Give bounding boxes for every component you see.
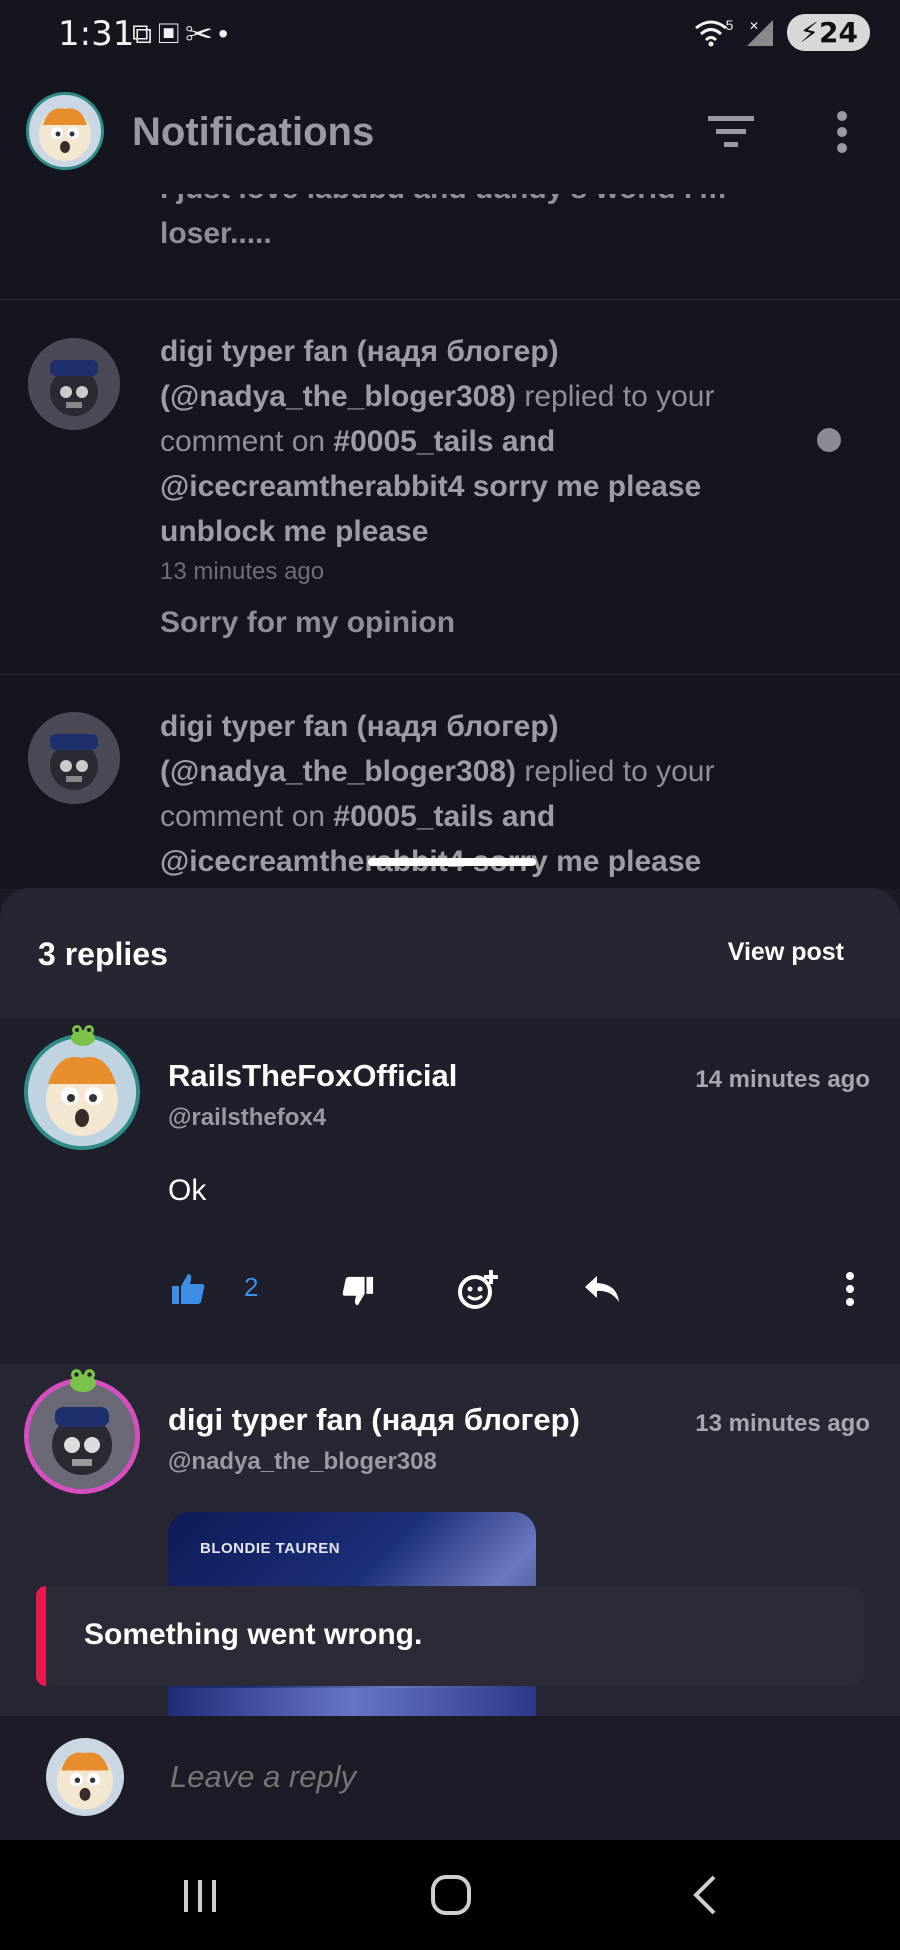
add-emoji-icon [458, 1270, 498, 1309]
comment-media-image-bottom[interactable] [168, 1688, 536, 1716]
divider [0, 674, 900, 675]
notification-avatar[interactable] [28, 338, 120, 430]
screenshot-icon: ⧉ [132, 18, 158, 49]
dot-icon: • [218, 18, 235, 49]
robot-avatar-icon [28, 712, 120, 804]
fox-avatar-icon [28, 1038, 136, 1146]
status-time: 1:31 [58, 14, 135, 54]
comment-author-handle[interactable]: @railsthefox4 [168, 1104, 326, 1132]
comment-avatar[interactable] [24, 1378, 140, 1494]
robot-avatar-icon [28, 338, 120, 430]
sheet-drag-handle[interactable] [368, 858, 536, 866]
fox-avatar-icon [56, 1752, 114, 1810]
comment-more-icon[interactable] [843, 1272, 857, 1306]
like-count: 2 [244, 1272, 259, 1302]
reply-arrow-icon [585, 1276, 619, 1302]
comment-author-name[interactable]: digi typer fan (надя блогер) [168, 1402, 580, 1438]
notification-item[interactable]: digi typer fan (надя блогер) (@nadya_the… [160, 329, 800, 645]
nfc-icon: ▣ [158, 18, 186, 49]
status-notification-icons: ⧉▣✂• [132, 18, 234, 51]
notification-action: comment on [160, 800, 334, 833]
frog-hat-icon [71, 1025, 95, 1046]
cell-signal-icon: ✕ [747, 19, 774, 46]
notification-text-line: loser..... [160, 217, 272, 250]
like-button[interactable] [168, 1268, 208, 1310]
comment-time: 13 minutes ago [695, 1410, 870, 1437]
reply-input[interactable] [168, 1758, 852, 1796]
notification-preview: Sorry for my opinion [160, 606, 456, 639]
add-reaction-button[interactable] [456, 1266, 500, 1312]
notification-action: replied to your [516, 380, 715, 413]
comment-time: 14 minutes ago [695, 1066, 870, 1093]
notification-handle: (@nadya_the_bloger308) [160, 380, 517, 413]
comment-avatar[interactable] [24, 1034, 140, 1150]
toast-accent-bar [36, 1586, 46, 1686]
wifi-label: 5 [725, 16, 734, 33]
comment-body: Ok [168, 1174, 207, 1207]
comment-author-handle[interactable]: @nadya_the_bloger308 [168, 1448, 437, 1476]
notification-time: 13 minutes ago [160, 558, 325, 585]
notification-action: comment on [160, 425, 334, 458]
comment-author-name[interactable]: RailsTheFoxOfficial [168, 1058, 457, 1094]
notification-item[interactable]: digi typer fan (надя блогер) (@nadya_the… [160, 704, 800, 884]
battery-level: 24 [819, 16, 858, 49]
filter-icon[interactable] [706, 112, 756, 152]
notification-post: #0005_tails and [333, 800, 556, 833]
thumbs-down-icon [342, 1276, 374, 1306]
replies-count-title: 3 replies [38, 936, 168, 972]
divider [0, 299, 900, 300]
notification-post: @icecreamtherabbit4 sorry me please [160, 470, 702, 503]
thumbs-up-icon [172, 1274, 205, 1304]
notification-avatar[interactable] [28, 712, 120, 804]
notification-post: #0005_tails and [333, 425, 556, 458]
home-icon[interactable] [430, 1874, 472, 1916]
more-options-icon[interactable] [832, 110, 852, 154]
status-right-group: 5 ✕ ⚡24 [694, 14, 870, 51]
notification-action: replied to your [516, 755, 715, 788]
capcut-icon: ✂ [185, 18, 219, 49]
robot-avatar-icon [29, 1383, 135, 1489]
notifications-list: I just love labubu and dandy's world i'm… [0, 194, 900, 889]
notification-item[interactable]: I just love labubu and dandy's world i'm… [160, 194, 860, 256]
notification-text-line: I just love labubu and dandy's world i'm [160, 194, 860, 211]
recent-apps-icon[interactable] [180, 1878, 220, 1914]
composer-avatar [46, 1738, 124, 1816]
media-label: BLONDIE TAUREN [200, 1540, 341, 1557]
toast-message: Something went wrong. [84, 1618, 423, 1651]
fox-avatar-icon [39, 108, 91, 161]
notification-actor: digi typer fan (надя блогер) [160, 710, 559, 743]
back-icon[interactable] [692, 1874, 718, 1916]
frog-hat-icon [69, 1369, 97, 1392]
notification-post: unblock me please [160, 515, 429, 548]
notification-handle: (@nadya_the_bloger308) [160, 755, 517, 788]
battery-indicator: ⚡24 [787, 14, 870, 51]
view-post-button[interactable]: View post [728, 938, 844, 967]
svg-text:✕: ✕ [749, 19, 759, 33]
unread-indicator [817, 428, 841, 452]
notification-actor: digi typer fan (надя блогер) [160, 335, 559, 368]
wifi-icon [694, 20, 727, 46]
profile-avatar[interactable] [26, 92, 104, 170]
dislike-button[interactable] [338, 1270, 378, 1312]
reply-button[interactable] [580, 1270, 624, 1308]
page-title: Notifications [132, 110, 375, 154]
